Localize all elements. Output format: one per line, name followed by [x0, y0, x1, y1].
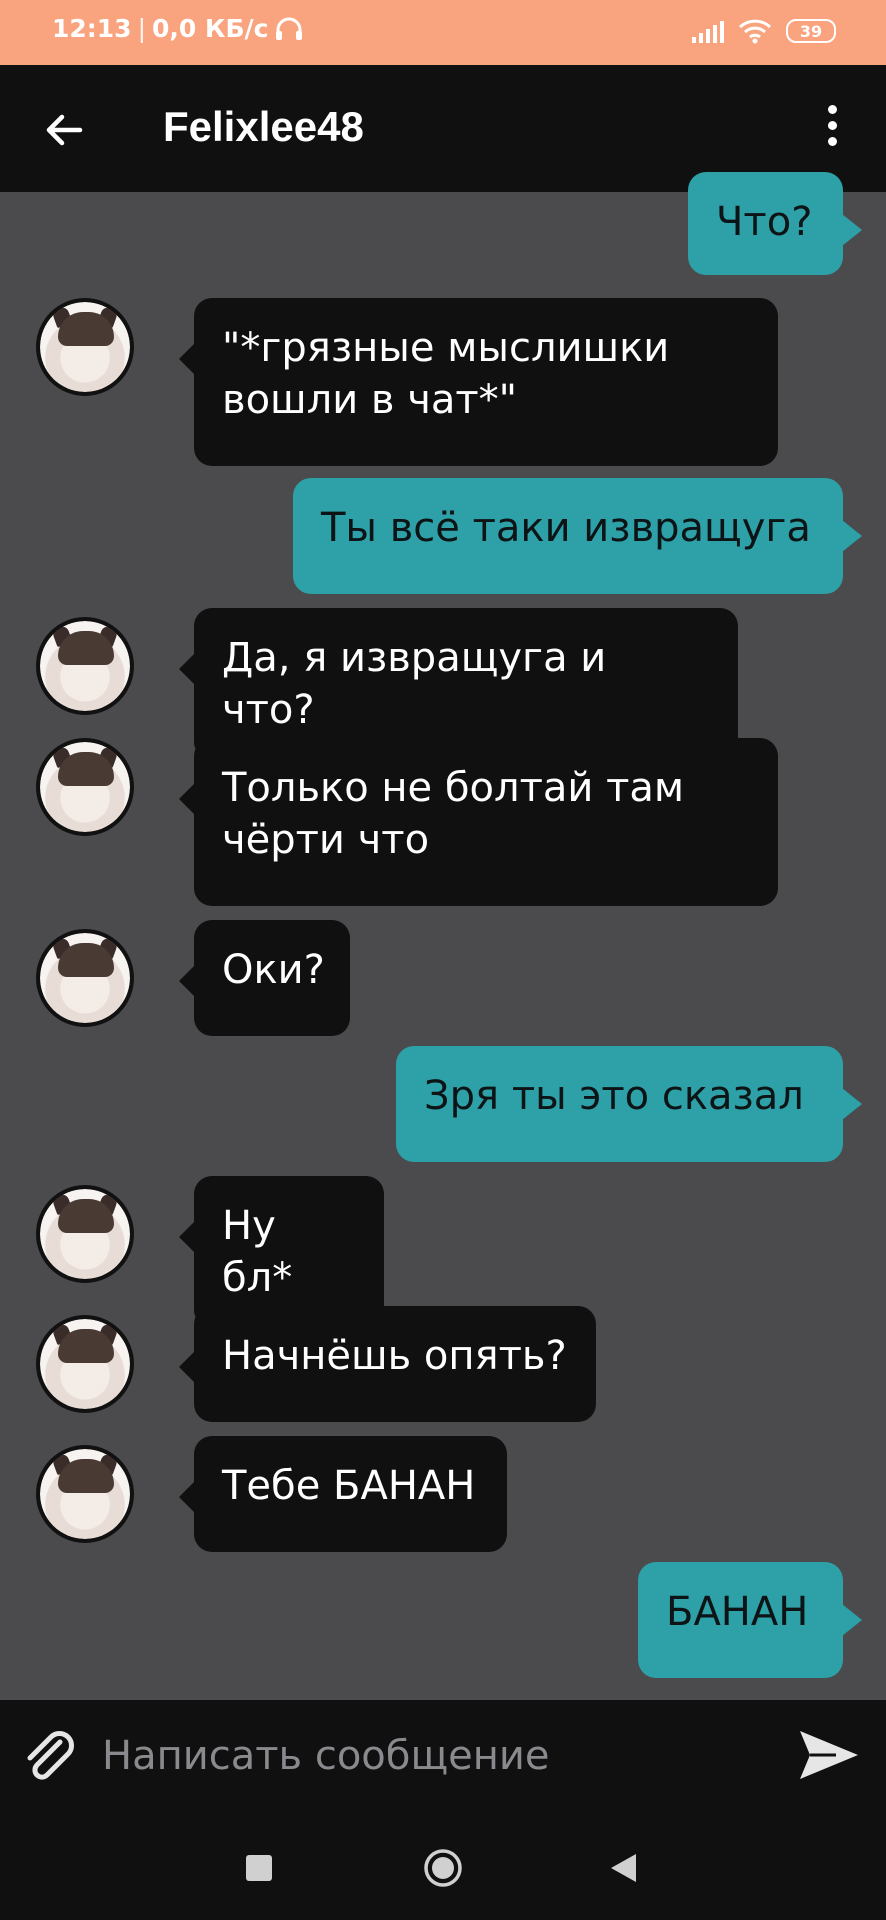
wifi-icon [738, 19, 772, 44]
message-text: БАНАН [666, 1589, 809, 1635]
message-input[interactable] [100, 1722, 784, 1790]
message-bubble[interactable]: "*грязные мыслишки вошли в чат*" [194, 298, 778, 466]
status-bar: 12:13 | 0,0 КБ/с 39 [0, 0, 886, 65]
battery-level: 39 [799, 21, 823, 41]
avatar[interactable] [36, 1315, 134, 1413]
message-bubble[interactable]: Что? [688, 172, 843, 275]
battery-icon: 39 [786, 19, 836, 43]
message-text: Да, я извращуга и что? [222, 635, 607, 733]
avatar[interactable] [36, 929, 134, 1027]
message-text: Оки? [222, 947, 325, 993]
message-list[interactable]: Что? "*грязные мыслишки вошли в чат*" Ты в… [0, 172, 886, 1700]
bubble-tail [179, 1481, 195, 1513]
square-icon[interactable] [246, 1855, 272, 1881]
bubble-tail [842, 1604, 862, 1636]
bubble-tail [842, 214, 862, 246]
message-bubble[interactable]: Оки? [194, 920, 350, 1036]
status-separator: | [137, 14, 147, 43]
avatar[interactable] [36, 738, 134, 836]
message-text: Зря ты это сказал [424, 1073, 804, 1119]
bubble-tail [842, 520, 862, 552]
message-text: Ну бл* [222, 1203, 293, 1301]
chat-title: Felixlee48 [163, 103, 364, 150]
bubble-tail [842, 1088, 862, 1120]
system-nav-bar [0, 1810, 886, 1920]
more-vertical-icon[interactable] [820, 105, 844, 155]
avatar[interactable] [36, 298, 134, 396]
bubble-tail [179, 965, 195, 997]
triangle-back-icon[interactable] [608, 1852, 638, 1884]
bubble-tail [179, 1351, 195, 1383]
bubble-tail [179, 653, 195, 685]
arrow-left-icon[interactable] [40, 105, 90, 155]
message-bubble[interactable]: БАНАН [638, 1562, 843, 1678]
message-text: Только не болтай там чёрти что [222, 765, 685, 863]
avatar[interactable] [36, 1185, 134, 1283]
status-speed: 0,0 КБ/с [152, 14, 269, 43]
status-left: 12:13 | 0,0 КБ/с [52, 14, 304, 43]
message-text: Ты всё таки извращуга [321, 505, 811, 551]
bubble-tail [179, 343, 195, 375]
message-bubble[interactable]: Начнёшь опять? [194, 1306, 596, 1422]
message-bubble[interactable]: Тебе БАНАН [194, 1436, 507, 1552]
circle-icon[interactable] [423, 1848, 463, 1888]
headphones-icon [276, 17, 303, 40]
bubble-tail [179, 783, 195, 815]
message-bubble[interactable]: Ты всё таки извращуга [293, 478, 843, 594]
bubble-tail [179, 1221, 195, 1253]
status-time: 12:13 [52, 14, 132, 43]
message-text: Что? [716, 199, 813, 245]
status-right: 39 [692, 18, 836, 44]
message-text: "*грязные мыслишки вошли в чат*" [222, 325, 670, 423]
message-bubble[interactable]: Зря ты это сказал [396, 1046, 843, 1162]
avatar[interactable] [36, 1445, 134, 1543]
message-bubble[interactable]: Только не болтай там чёрти что [194, 738, 778, 906]
message-text: Тебе БАНАН [222, 1463, 476, 1509]
composer [0, 1700, 886, 1810]
paperclip-icon[interactable] [20, 1728, 80, 1788]
send-icon[interactable] [796, 1725, 862, 1785]
message-text: Начнёшь опять? [222, 1333, 567, 1379]
signal-icon [692, 19, 724, 43]
avatar[interactable] [36, 617, 134, 715]
